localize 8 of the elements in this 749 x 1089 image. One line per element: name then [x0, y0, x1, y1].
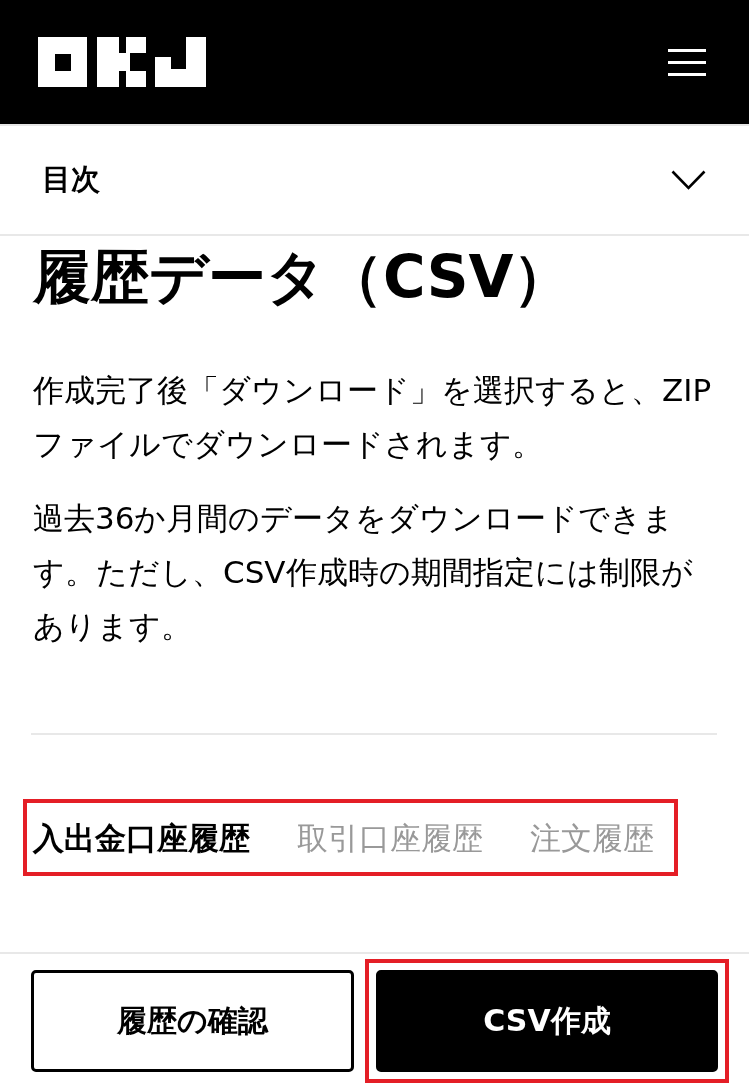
paragraph: 作成完了後「ダウンロード」を選択すると、ZIPファイルでダウンロードされます。 — [33, 371, 713, 464]
logo-icon[interactable] — [38, 37, 206, 87]
action-button[interactable]: CSV作成 — [376, 970, 718, 1072]
menu-icon[interactable] — [668, 48, 706, 76]
action-button[interactable]: 履歴の確認 — [31, 970, 354, 1072]
paragraph: 過去36か月間のデータをダウンロードできます。ただし、CSV作成時の期間指定には制限があります。 — [33, 499, 694, 646]
tab[interactable]: 入出金口座履歴 — [33, 817, 250, 858]
page-title: 履歴データ（CSV） — [33, 242, 572, 312]
